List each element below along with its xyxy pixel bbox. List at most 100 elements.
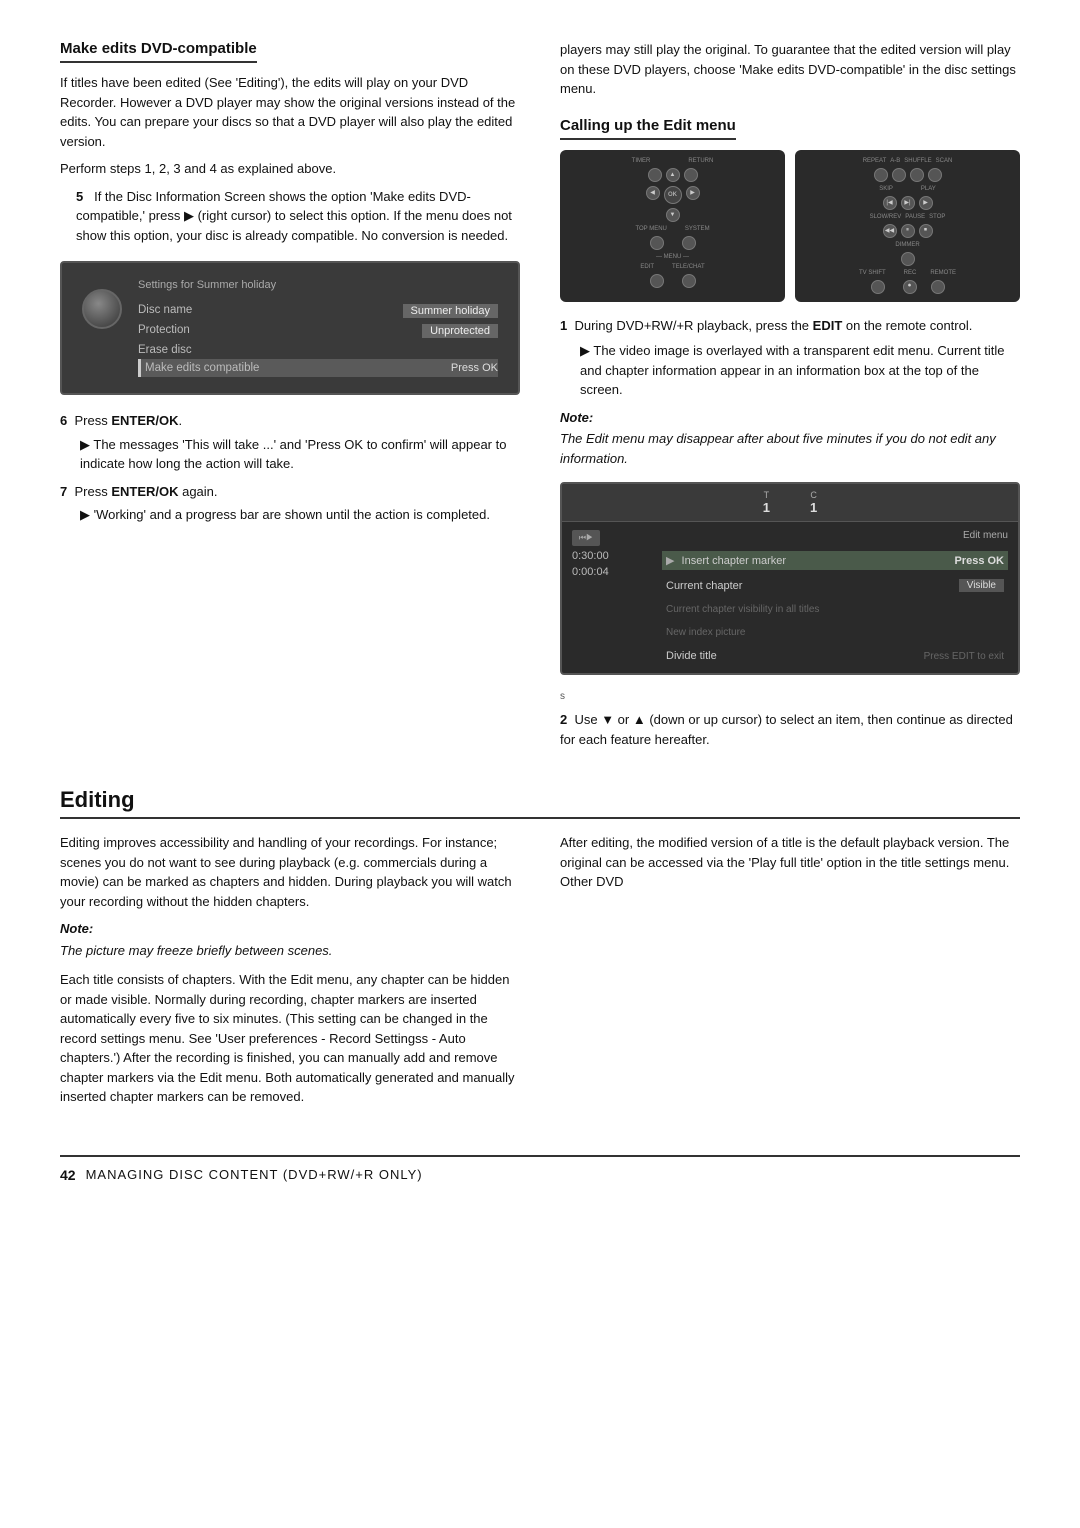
remote-btn-up: ▲ xyxy=(666,168,680,182)
footer-title-text: Managing disc content (DVD+RW/+R only) xyxy=(86,1167,423,1182)
remote-btn-down: ▼ xyxy=(666,208,680,222)
step7-sub: 'Working' and a progress bar are shown u… xyxy=(80,505,520,525)
remote-btn-play: ▶ xyxy=(919,196,933,210)
dvd-menu-row-discname: Disc name Summer holiday xyxy=(138,301,498,321)
remote-btn-next: ▶| xyxy=(901,196,915,210)
step2-text: Use ▼ or ▲ (down or up cursor) to select… xyxy=(560,712,1013,747)
remote-row-top-labels: TIMER RETURN xyxy=(632,158,714,164)
step5-text: If the Disc Information Screen shows the… xyxy=(76,189,512,243)
edit-menu-tc-c: C 1 xyxy=(810,490,817,515)
step6: 6 Press ENTER/OK. xyxy=(60,411,520,431)
remote-label-tvshift: TV SHIFT xyxy=(859,270,886,276)
step6-label: 6 xyxy=(60,413,67,428)
remote-btn-slowrev: ◀◀ xyxy=(883,224,897,238)
remote-label-stop: STOP xyxy=(929,214,945,220)
remote-row-labels2: TOP MENU SYSTEM xyxy=(635,226,709,232)
editing-body1: Editing improves accessibility and handl… xyxy=(60,833,520,911)
step1-sub1: The video image is overlayed with a tran… xyxy=(580,341,1020,400)
right-col-body-continue: players may still play the original. To … xyxy=(560,40,1020,99)
dvd-row1-value: Summer holiday xyxy=(403,304,498,318)
dvd-menu-row-protection: Protection Unprotected xyxy=(138,321,498,341)
note-text: The Edit menu may disappear after about … xyxy=(560,429,1020,468)
edit-item-visibility-label: Current chapter visibility in all titles xyxy=(666,604,819,615)
edit-item-insert-label: Insert chapter marker xyxy=(682,555,787,567)
edit-item-dividetitle-label: Divide title xyxy=(666,650,717,662)
remote-btn-tvshift xyxy=(871,280,885,294)
editing-left: Editing improves accessibility and handl… xyxy=(60,833,520,1115)
step5-label: 5 xyxy=(76,189,83,204)
calling-title: Calling up the Edit menu xyxy=(560,117,736,140)
remote-btn-left: ◀ xyxy=(646,186,660,200)
remote-btn-topmenu xyxy=(650,236,664,250)
remote-row-edit-btns xyxy=(650,274,696,288)
editing-section: Editing Editing improves accessibility a… xyxy=(60,787,1020,1115)
edit-time2: 0:00:04 xyxy=(572,566,652,578)
make-edits-body: If titles have been edited (See 'Editing… xyxy=(60,73,520,151)
note-label: Note: xyxy=(560,408,1020,428)
edit-menu-label: Edit menu xyxy=(963,530,1008,541)
edit-menu-body: ⏮▶ 0:30:00 0:00:04 Edit menu ▶ Insert ch… xyxy=(562,522,1018,673)
step7-label: 7 xyxy=(60,484,67,499)
right-column: players may still play the original. To … xyxy=(560,40,1020,757)
edit-item-dividetitle-action: Press EDIT to exit xyxy=(924,651,1004,662)
remote-row-right-btns2: |◀ ▶| ▶ xyxy=(883,196,933,210)
edit-tc-c-val: 1 xyxy=(810,500,817,515)
remote-btn-rec: ⏺ xyxy=(903,280,917,294)
edit-time1: 0:30:00 xyxy=(572,550,652,562)
step2: 2 Use ▼ or ▲ (down or up cursor) to sele… xyxy=(560,710,1020,749)
editing-title: Editing xyxy=(60,787,1020,819)
remote-row-right-label5: TV SHIFT REC REMOTE xyxy=(859,270,956,276)
remote-label-ab: A-B xyxy=(890,158,900,164)
remote-row-right-label3: SLOW/REV PAUSE STOP xyxy=(870,214,946,220)
edit-tc-t-val: 1 xyxy=(763,500,770,515)
remote-btn-remote xyxy=(931,280,945,294)
remote-label-remote: REMOTE xyxy=(930,270,956,276)
remote-label-return: RETURN xyxy=(688,158,713,164)
step2-label: 2 xyxy=(560,712,567,727)
edit-menu-tc-t: T 1 xyxy=(763,490,770,515)
footer-title: Managing disc content (DVD+RW/+R only) xyxy=(86,1167,423,1182)
edit-tc-c-label: C xyxy=(810,490,817,500)
edit-item-curchapter-value: Visible xyxy=(959,579,1004,592)
dvd-menu-content: Settings for Summer holiday Disc name Su… xyxy=(138,279,498,377)
remote-label-dimmer: DIMMER xyxy=(895,242,919,248)
dvd-row3-label: Erase disc xyxy=(138,344,192,356)
remote-label-system: SYSTEM xyxy=(685,226,710,232)
edit-menu-left: ⏮▶ 0:30:00 0:00:04 xyxy=(572,530,652,665)
dvd-row2-value: Unprotected xyxy=(422,324,498,338)
remote-btn-scan xyxy=(928,168,942,182)
remote-btn-return xyxy=(684,168,698,182)
dvd-row1-label: Disc name xyxy=(138,304,192,318)
remote-label-slowrev: SLOW/REV xyxy=(870,214,902,220)
page-footer: 42 Managing disc content (DVD+RW/+R only… xyxy=(60,1155,1020,1183)
remote-label-edit: EDIT xyxy=(640,264,654,270)
step6-sub: The messages 'This will take ...' and 'P… xyxy=(80,435,520,474)
remote-row-menu-label: — MENU — xyxy=(656,254,689,260)
remote-row-right-btns3: ◀◀ ⏸ ⏹ xyxy=(883,224,933,238)
step1: 1 During DVD+RW/+R playback, press the E… xyxy=(560,316,1020,336)
editing-note-label: Note: xyxy=(60,919,520,939)
s-label: s xyxy=(560,689,1020,704)
remote-btn-edit xyxy=(650,274,664,288)
remote-btn-right: ▶ xyxy=(686,186,700,200)
remote-btn-pause: ⏸ xyxy=(901,224,915,238)
remote-row-lower-btns xyxy=(650,236,696,250)
remote-row-right-label2: SKIP PLAY xyxy=(879,186,936,192)
editing-body3: After editing, the modified version of a… xyxy=(560,833,1020,892)
make-edits-title: Make edits DVD-compatible xyxy=(60,40,257,63)
remote-box-left: TIMER RETURN ▲ ◀ OK ▶ ▼ xyxy=(560,150,785,302)
dvd-row2-label: Protection xyxy=(138,324,190,338)
remote-row-right-btns1 xyxy=(874,168,942,182)
perform-steps: Perform steps 1, 2, 3 and 4 as explained… xyxy=(60,159,520,179)
edit-item-curchapter: Current chapter Visible xyxy=(662,576,1008,595)
edit-menu-header: T 1 C 1 xyxy=(562,484,1018,522)
remote-label-timer: TIMER xyxy=(632,158,651,164)
edit-item-insert-action: Press OK xyxy=(954,555,1004,567)
edit-item-visibility: Current chapter visibility in all titles xyxy=(662,601,1008,618)
dvd-menu-title: Settings for Summer holiday xyxy=(138,279,498,291)
left-column: Make edits DVD-compatible If titles have… xyxy=(60,40,520,757)
remote-label-telechat: TELE/CHAT xyxy=(672,264,705,270)
rw-play-icon: ⏮▶ xyxy=(572,530,600,546)
edit-menu-right: Edit menu ▶ Insert chapter marker Press … xyxy=(662,530,1008,665)
step5: 5 If the Disc Information Screen shows t… xyxy=(76,187,520,246)
